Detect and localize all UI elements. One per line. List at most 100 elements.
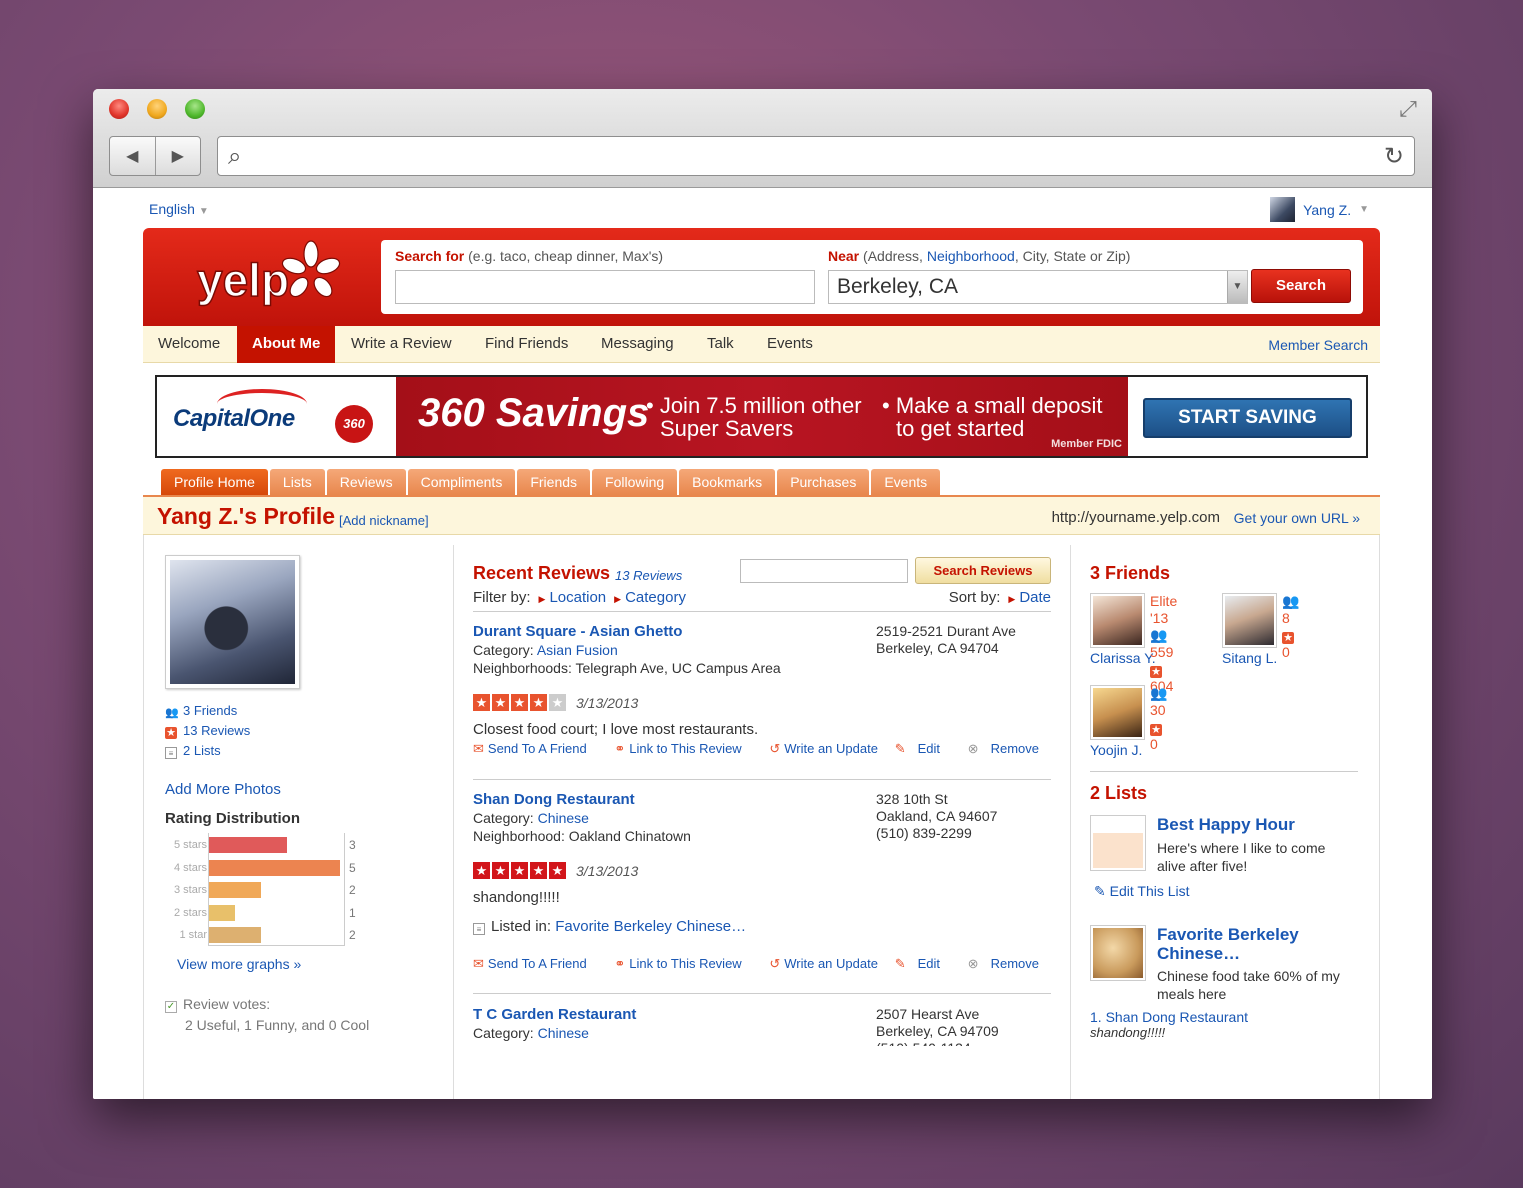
friends-count-link[interactable]: 👥 3 Friends bbox=[165, 703, 405, 719]
language-label: English bbox=[149, 201, 195, 217]
list-entry-link[interactable]: 1. Shan Dong Restaurant bbox=[1090, 1009, 1248, 1025]
near-input[interactable]: Berkeley, CA ▼ bbox=[828, 270, 1248, 304]
view-more-graphs-link[interactable]: View more graphs » bbox=[177, 956, 405, 972]
zoom-window-button[interactable] bbox=[185, 99, 205, 119]
friend-photo[interactable] bbox=[1090, 593, 1145, 648]
nav-about-me[interactable]: About Me bbox=[237, 326, 336, 363]
pencil-icon: ✎ bbox=[1094, 883, 1106, 899]
review-text: Closest food court; I love most restaura… bbox=[473, 721, 759, 738]
business-address: 2519-2521 Durant Ave Berkeley, CA 94704 bbox=[876, 623, 1016, 656]
yelp-header: yelp Search for (e.g. taco, cheap dinner… bbox=[143, 228, 1380, 326]
category-link[interactable]: Chinese bbox=[538, 1025, 589, 1041]
listed-in-link[interactable]: Favorite Berkeley Chinese… bbox=[555, 918, 746, 935]
user-name: Yang Z. bbox=[1303, 201, 1352, 218]
add-photos-link[interactable]: Add More Photos bbox=[165, 781, 405, 798]
review-item: Shan Dong Restaurant Category: Chinese N… bbox=[473, 791, 1051, 935]
send-to-friend-link[interactable]: ✉ Send To A Friend bbox=[473, 741, 599, 756]
category-link[interactable]: Asian Fusion bbox=[537, 642, 618, 658]
sort-date-link[interactable]: Date bbox=[1019, 589, 1051, 606]
list-entry-text: shandong!!!!! bbox=[1090, 1025, 1166, 1040]
link-to-review-link[interactable]: ⚭ Link to This Review bbox=[614, 956, 753, 971]
list-name-link[interactable]: Best Happy Hour bbox=[1157, 815, 1357, 834]
get-own-url-link[interactable]: Get your own URL » bbox=[1234, 510, 1360, 526]
reload-icon[interactable]: ↻ bbox=[1384, 142, 1404, 171]
remove-link[interactable]: ⊗ Remove bbox=[956, 956, 1039, 971]
triangle-icon: ▶ bbox=[538, 594, 546, 604]
nav-events[interactable]: Events bbox=[752, 326, 828, 363]
edit-link[interactable]: ✎ Edit bbox=[883, 741, 940, 756]
tab-reviews[interactable]: Reviews bbox=[326, 469, 406, 495]
link-to-review-link[interactable]: ⚭ Link to This Review bbox=[614, 741, 753, 756]
filter-category-link[interactable]: Category bbox=[625, 589, 686, 606]
friend-card[interactable]: Sitang L. 👥 8 ★0 bbox=[1222, 593, 1299, 666]
triangle-icon: ▶ bbox=[614, 594, 622, 604]
remove-link[interactable]: ⊗ Remove bbox=[956, 741, 1039, 756]
member-search-link[interactable]: Member Search bbox=[1268, 326, 1368, 364]
capital-one-ad[interactable]: CapitalOne 360 360 Savings • Join 7.5 mi… bbox=[155, 375, 1368, 458]
search-button[interactable]: Search bbox=[1251, 269, 1351, 303]
envelope-icon: ✉ bbox=[473, 741, 484, 756]
tab-profile-home[interactable]: Profile Home bbox=[161, 469, 268, 495]
address-bar[interactable]: ⌕ ↻ bbox=[217, 136, 1415, 176]
tab-compliments[interactable]: Compliments bbox=[407, 469, 516, 495]
tab-friends[interactable]: Friends bbox=[517, 469, 591, 495]
star-icon: ★ bbox=[492, 694, 509, 711]
reviews-count-link[interactable]: 13 Reviews bbox=[615, 568, 682, 583]
tab-lists[interactable]: Lists bbox=[269, 469, 325, 495]
close-window-button[interactable] bbox=[109, 99, 129, 119]
edit-list-link[interactable]: ✎ Edit This List bbox=[1094, 883, 1190, 900]
friend-card[interactable]: Yoojin J. 👥 30 ★0 bbox=[1090, 685, 1167, 758]
fullscreen-icon[interactable]: ⤢ bbox=[1394, 95, 1422, 123]
friend-card[interactable]: Clarissa Y. Elite '13 👥 559 ★604 bbox=[1090, 593, 1177, 694]
edit-link[interactable]: ✎ Edit bbox=[883, 956, 940, 971]
list-photo[interactable] bbox=[1090, 925, 1146, 981]
reviews-count-link[interactable]: ★ 13 Reviews bbox=[165, 723, 405, 739]
filter-location-link[interactable]: Location bbox=[549, 589, 606, 606]
yelp-logo[interactable]: yelp bbox=[193, 238, 343, 314]
nav-talk[interactable]: Talk bbox=[692, 326, 749, 363]
profile-photo[interactable] bbox=[165, 555, 300, 689]
friend-name-link[interactable]: Clarissa Y. bbox=[1090, 650, 1156, 666]
tab-events[interactable]: Events bbox=[871, 469, 941, 495]
rating-bar bbox=[209, 859, 340, 876]
rating-bar bbox=[209, 837, 288, 853]
friend-name-link[interactable]: Yoojin J. bbox=[1090, 742, 1145, 758]
left-column: 👥 3 Friends ★ 13 Reviews ≡ 2 Lists Add More… bbox=[165, 555, 405, 1033]
search-reviews-button[interactable]: Search Reviews bbox=[915, 557, 1051, 584]
remove-icon: ⊗ bbox=[967, 741, 979, 756]
list-name-link[interactable]: Favorite Berkeley Chinese… bbox=[1157, 925, 1357, 963]
ad-fdic: Member FDIC bbox=[1051, 438, 1122, 450]
friend-name-link[interactable]: Sitang L. bbox=[1222, 650, 1277, 666]
browser-chrome: ⤢ ◀ ▶ ⌕ ↻ bbox=[93, 89, 1432, 188]
tab-purchases[interactable]: Purchases bbox=[777, 469, 870, 495]
search-for-input[interactable] bbox=[395, 270, 815, 304]
friend-photo[interactable] bbox=[1222, 593, 1277, 648]
profile-stats: 👥 3 Friends ★ 13 Reviews ≡ 2 Lists bbox=[165, 703, 405, 759]
back-icon[interactable]: ◀ bbox=[110, 137, 156, 175]
list-placeholder-image[interactable] bbox=[1090, 815, 1146, 871]
tab-following[interactable]: Following bbox=[592, 469, 678, 495]
nav-messaging[interactable]: Messaging bbox=[586, 326, 689, 363]
forward-icon[interactable]: ▶ bbox=[156, 137, 201, 175]
envelope-icon: ✉ bbox=[473, 956, 484, 971]
user-menu[interactable]: Yang Z. ▼ bbox=[1270, 197, 1369, 222]
friend-photo[interactable] bbox=[1090, 685, 1145, 740]
send-to-friend-link[interactable]: ✉ Send To A Friend bbox=[473, 956, 599, 971]
minimize-window-button[interactable] bbox=[147, 99, 167, 119]
category-link[interactable]: Chinese bbox=[538, 810, 589, 826]
nav-welcome[interactable]: Welcome bbox=[143, 326, 235, 363]
review-item: T C Garden Restaurant Category: Chinese … bbox=[473, 1006, 1051, 1099]
add-nickname-link[interactable]: [Add nickname] bbox=[339, 513, 429, 528]
nav-find-friends[interactable]: Find Friends bbox=[470, 326, 583, 363]
lists-count-link[interactable]: ≡ 2 Lists bbox=[165, 743, 405, 759]
rating-bar bbox=[209, 927, 262, 944]
review-search-input[interactable] bbox=[740, 559, 908, 583]
tab-bookmarks[interactable]: Bookmarks bbox=[679, 469, 776, 495]
svg-text:yelp: yelp bbox=[197, 254, 289, 306]
ad-headline: 360 Savings bbox=[418, 391, 650, 435]
ad-message-2: • Make a small deposit to get started bbox=[882, 393, 1103, 441]
ad-cta-button[interactable]: START SAVING TODAY bbox=[1143, 398, 1352, 456]
nav-write-review[interactable]: Write a Review bbox=[336, 326, 467, 363]
language-selector[interactable]: English ▼ bbox=[149, 201, 209, 217]
near-dropdown-button[interactable]: ▼ bbox=[1227, 271, 1247, 303]
